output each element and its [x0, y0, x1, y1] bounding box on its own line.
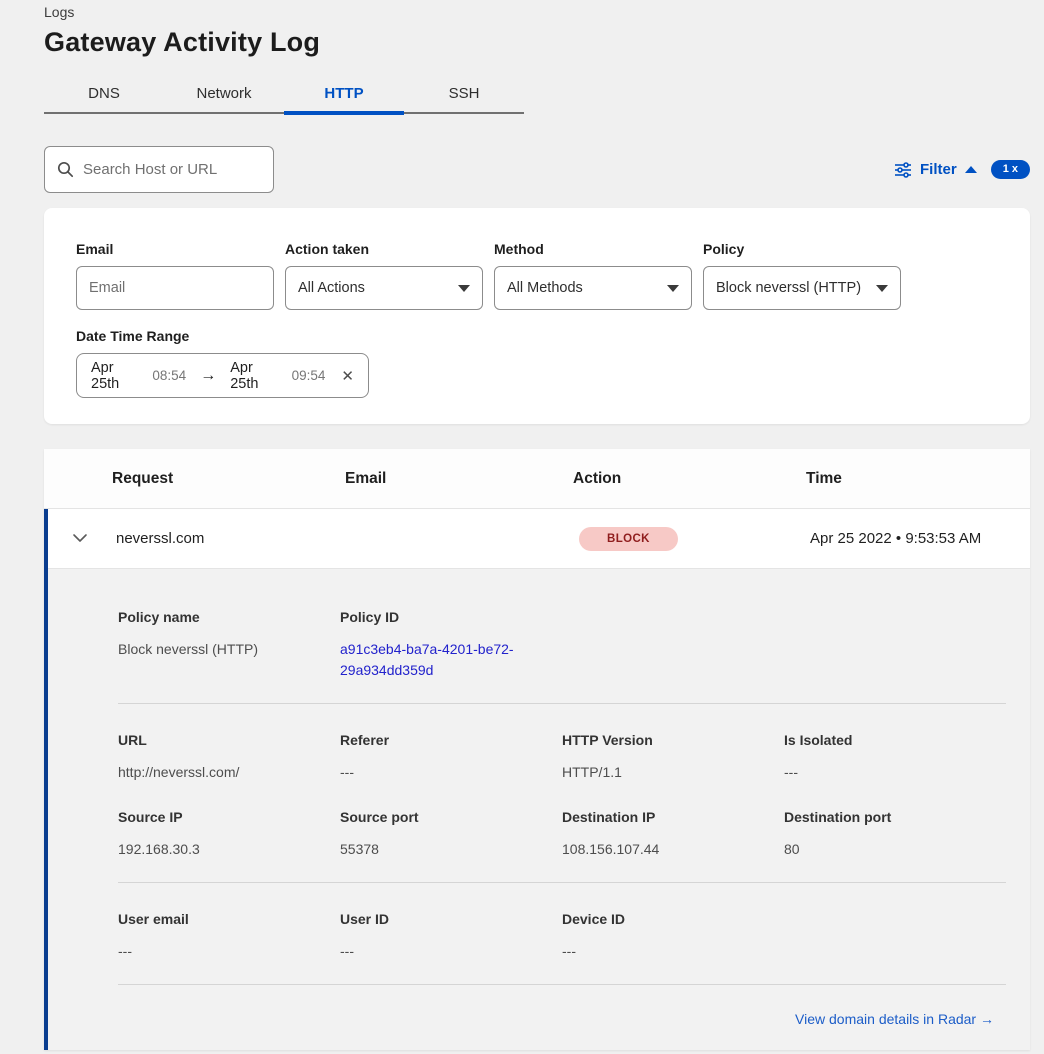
is-isolated-value: ---	[784, 762, 1006, 783]
end-date: Apr 25th	[230, 360, 281, 392]
destination-ip-value: 108.156.107.44	[562, 839, 784, 860]
policy-id-cell: Policy ID a91c3eb4-ba7a-4201-be72-29a934…	[340, 609, 562, 681]
arrow-right-icon: →	[200, 367, 216, 385]
detail-cell: HTTP Version HTTP/1.1	[562, 732, 784, 783]
divider	[118, 984, 1006, 985]
field-action-taken-label: Action taken	[285, 241, 483, 257]
col-action: Action	[573, 470, 806, 488]
field-action-taken: Action taken All Actions	[285, 241, 483, 310]
date-range-label: Date Time Range	[76, 328, 369, 344]
policy-name-label: Policy name	[118, 609, 340, 625]
method-select[interactable]: All Methods	[494, 266, 692, 310]
user-email-value: ---	[118, 941, 340, 962]
row-details-panel: Policy name Block neverssl (HTTP) Policy…	[48, 569, 1030, 1050]
email-input[interactable]	[89, 280, 261, 296]
end-time: 09:54	[292, 368, 326, 383]
user-id-value: ---	[340, 941, 562, 962]
table-header: Request Email Action Time	[44, 449, 1030, 509]
url-value: http://neverssl.com/	[118, 762, 340, 783]
tab-dns[interactable]: DNS	[44, 74, 164, 112]
policy-id-label: Policy ID	[340, 609, 562, 625]
detail-cell: URL http://neverssl.com/	[118, 732, 340, 783]
search-box[interactable]	[44, 146, 274, 193]
block-status-badge: BLOCK	[579, 527, 678, 551]
tab-network[interactable]: Network	[164, 74, 284, 112]
http-version-value: HTTP/1.1	[562, 762, 784, 783]
row-request: neverssl.com	[116, 530, 349, 547]
detail-cell: Device ID ---	[562, 911, 784, 962]
field-email-label: Email	[76, 241, 274, 257]
policy-value: Block neverssl (HTTP)	[716, 280, 861, 296]
col-email: Email	[345, 470, 573, 488]
device-id-value: ---	[562, 941, 784, 962]
arrow-right-icon: →	[980, 1011, 994, 1027]
caret-down-icon	[458, 285, 470, 292]
detail-cell: Destination port 80	[784, 809, 1006, 860]
filter-count-badge[interactable]: 1 x	[991, 160, 1030, 179]
col-time: Time	[806, 470, 1030, 488]
start-time: 08:54	[152, 368, 186, 383]
start-date: Apr 25th	[91, 360, 142, 392]
field-method: Method All Methods	[494, 241, 692, 310]
policy-name-cell: Policy name Block neverssl (HTTP)	[118, 609, 340, 681]
search-icon	[57, 161, 74, 178]
referer-value: ---	[340, 762, 562, 783]
field-email: Email	[76, 241, 274, 310]
caret-up-icon	[965, 166, 977, 173]
radar-link[interactable]: View domain details in Radar →	[795, 1011, 994, 1027]
activity-log-table: Request Email Action Time neverssl.com B…	[44, 449, 1030, 1050]
policy-section: Policy name Block neverssl (HTTP) Policy…	[118, 609, 1006, 703]
policy-select[interactable]: Block neverssl (HTTP)	[703, 266, 901, 310]
method-value: All Methods	[507, 280, 583, 296]
page-title: Gateway Activity Log	[44, 27, 1030, 58]
expanded-row-group: neverssl.com BLOCK Apr 25 2022 • 9:53:53…	[44, 509, 1030, 1050]
field-policy: Policy Block neverssl (HTTP)	[703, 241, 901, 310]
action-taken-select[interactable]: All Actions	[285, 266, 483, 310]
policy-name-value: Block neverssl (HTTP)	[118, 639, 340, 660]
table-row[interactable]: neverssl.com BLOCK Apr 25 2022 • 9:53:53…	[48, 509, 1030, 569]
detail-cell: Source port 55378	[340, 809, 562, 860]
field-policy-label: Policy	[703, 241, 901, 257]
field-method-label: Method	[494, 241, 692, 257]
radar-link-row: View domain details in Radar →	[118, 1011, 1006, 1029]
detail-cell: User ID ---	[340, 911, 562, 962]
col-request: Request	[112, 470, 345, 488]
source-ip-value: 192.168.30.3	[118, 839, 340, 860]
destination-port-value: 80	[784, 839, 1006, 860]
filter-sliders-icon	[894, 162, 912, 178]
source-port-value: 55378	[340, 839, 562, 860]
caret-down-icon	[876, 285, 888, 292]
search-input[interactable]	[83, 161, 282, 178]
tab-ssh[interactable]: SSH	[404, 74, 524, 112]
search-filter-row: Filter 1 x	[44, 146, 1030, 193]
tab-http[interactable]: HTTP	[284, 74, 404, 112]
http-details-section: URL http://neverssl.com/ Referer --- HTT…	[118, 704, 1006, 882]
action-taken-value: All Actions	[298, 280, 365, 296]
chevron-down-icon[interactable]	[72, 530, 88, 548]
date-time-range-section: Date Time Range Apr 25th 08:54 → Apr 25t…	[76, 328, 998, 398]
date-range-picker[interactable]: Apr 25th 08:54 → Apr 25th 09:54 ✕	[76, 353, 369, 398]
user-details-section: User email --- User ID --- Device ID ---	[118, 883, 1006, 984]
gateway-activity-log-page: Logs Gateway Activity Log DNS Network HT…	[0, 0, 1044, 1050]
filter-toggle[interactable]: Filter 1 x	[894, 160, 1030, 179]
filter-label: Filter	[920, 161, 957, 178]
filter-panel: Email Action taken All Actions Method Al…	[44, 208, 1030, 424]
row-time: Apr 25 2022 • 9:53:53 AM	[810, 530, 1030, 547]
tab-bar: DNS Network HTTP SSH	[44, 74, 524, 114]
detail-cell: User email ---	[118, 911, 340, 962]
clear-date-range-icon[interactable]: ✕	[341, 367, 354, 385]
breadcrumb[interactable]: Logs	[44, 0, 1030, 20]
detail-cell: Source IP 192.168.30.3	[118, 809, 340, 860]
caret-down-icon	[667, 285, 679, 292]
policy-id-link[interactable]: a91c3eb4-ba7a-4201-be72-29a934dd359d	[340, 639, 530, 681]
detail-cell: Is Isolated ---	[784, 732, 1006, 783]
detail-cell: Referer ---	[340, 732, 562, 783]
detail-cell: Destination IP 108.156.107.44	[562, 809, 784, 860]
